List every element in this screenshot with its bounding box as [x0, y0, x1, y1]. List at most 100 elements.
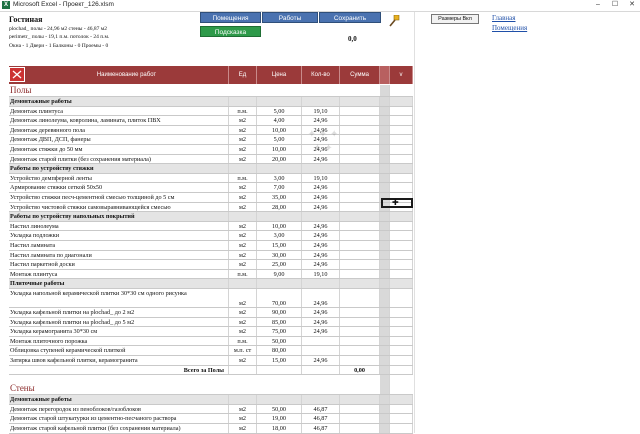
spacer-cell[interactable] — [380, 327, 390, 336]
unit-cell[interactable]: м2 — [229, 327, 257, 336]
qty-cell[interactable]: 24,96 — [302, 250, 340, 260]
spacer-cell[interactable] — [380, 317, 390, 327]
unit-cell[interactable]: п.м. — [229, 106, 257, 116]
v-cell[interactable] — [390, 414, 413, 423]
maximize-button[interactable]: ☐ — [607, 0, 623, 10]
qty-cell[interactable] — [302, 279, 340, 288]
price-cell[interactable]: 5,00 — [257, 106, 302, 116]
work-name-cell[interactable]: Демонтажные работы — [9, 97, 229, 106]
sum-cell[interactable] — [340, 85, 380, 96]
unit-cell[interactable]: м2 — [229, 241, 257, 250]
unit-cell[interactable] — [229, 383, 257, 394]
unit-cell[interactable]: п.м. — [229, 173, 257, 183]
price-cell[interactable]: 35,00 — [257, 193, 302, 202]
work-name-cell[interactable]: Укладка кафельной плитки на plochad_ до … — [9, 317, 229, 327]
work-name-cell[interactable]: Демонтаж стяжки до 50 мм — [9, 145, 229, 154]
v-cell[interactable] — [390, 404, 413, 414]
sum-cell[interactable] — [340, 250, 380, 260]
qty-cell[interactable]: 46,87 — [302, 404, 340, 414]
unit-cell[interactable]: п.м. — [229, 269, 257, 279]
unit-cell[interactable]: м2 — [229, 154, 257, 164]
sum-cell[interactable] — [340, 193, 380, 202]
v-cell[interactable] — [390, 164, 413, 173]
sum-cell[interactable] — [340, 375, 380, 383]
v-cell[interactable] — [390, 173, 413, 183]
spacer-cell[interactable] — [380, 375, 390, 384]
qty-cell[interactable] — [302, 375, 340, 383]
v-cell[interactable] — [390, 383, 413, 394]
v-cell[interactable] — [390, 241, 413, 250]
unit-cell[interactable] — [229, 365, 257, 375]
v-cell[interactable] — [390, 106, 413, 116]
work-name-cell[interactable]: Демонтаж линолеума, ковролина, ламината,… — [9, 116, 229, 125]
sum-cell[interactable] — [340, 289, 380, 307]
unit-cell[interactable] — [229, 212, 257, 221]
unit-cell[interactable]: п.м. — [229, 336, 257, 346]
v-cell[interactable] — [390, 365, 413, 375]
link-main[interactable]: Главная — [492, 14, 516, 22]
spacer-cell[interactable] — [380, 279, 390, 288]
sum-cell[interactable] — [340, 424, 380, 433]
price-cell[interactable]: 30,00 — [257, 250, 302, 260]
unit-cell[interactable]: м2 — [229, 221, 257, 231]
work-name-cell[interactable]: Армирование стяжки сеткой 50х50 — [9, 183, 229, 192]
price-cell[interactable]: 19,00 — [257, 414, 302, 423]
spacer-cell[interactable] — [380, 212, 390, 221]
hint-button[interactable]: Подсказка — [200, 26, 261, 37]
rooms-button[interactable]: Помещения — [200, 12, 261, 23]
qty-cell[interactable]: 19,10 — [302, 173, 340, 183]
spacer-cell[interactable] — [380, 221, 390, 231]
price-cell[interactable]: 50,00 — [257, 336, 302, 346]
unit-cell[interactable]: м2 — [229, 135, 257, 144]
qty-cell[interactable]: 24,96 — [302, 116, 340, 125]
spacer-cell[interactable] — [380, 424, 390, 433]
unit-cell[interactable]: м2 — [229, 183, 257, 192]
qty-cell[interactable] — [302, 395, 340, 404]
sum-cell[interactable] — [340, 202, 380, 212]
work-name-cell[interactable]: Монтаж плинтуса — [9, 269, 229, 279]
sum-cell[interactable] — [340, 173, 380, 183]
spacer-cell[interactable] — [380, 395, 390, 404]
work-name-cell[interactable] — [9, 375, 229, 383]
spacer-cell[interactable] — [380, 241, 390, 250]
close-button[interactable]: ✕ — [624, 0, 640, 10]
work-name-cell[interactable]: Демонтажные работы — [9, 395, 229, 404]
sum-cell[interactable] — [340, 231, 380, 240]
v-cell[interactable] — [390, 135, 413, 144]
spacer-cell[interactable] — [380, 289, 390, 307]
sum-cell[interactable] — [340, 346, 380, 355]
work-name-cell[interactable]: Монтаж плиточного порожка — [9, 336, 229, 346]
unit-cell[interactable]: м2 — [229, 250, 257, 260]
spacer-cell[interactable] — [380, 414, 390, 423]
work-name-cell[interactable]: Стены — [9, 383, 229, 394]
work-name-cell[interactable]: Укладка керамогранита 30*30 см — [9, 327, 229, 336]
qty-cell[interactable]: 24,96 — [302, 260, 340, 269]
spacer-cell[interactable] — [380, 269, 390, 279]
unit-cell[interactable]: м2 — [229, 193, 257, 202]
price-cell[interactable]: 90,00 — [257, 308, 302, 317]
price-cell[interactable]: 28,00 — [257, 202, 302, 212]
minimize-button[interactable]: – — [590, 0, 606, 10]
qty-cell[interactable]: 24,96 — [302, 183, 340, 192]
price-cell[interactable] — [257, 383, 302, 394]
price-cell[interactable]: 4,00 — [257, 116, 302, 125]
v-cell[interactable] — [390, 395, 413, 404]
spacer-cell[interactable] — [380, 135, 390, 144]
qty-cell[interactable]: 24,96 — [302, 356, 340, 365]
v-cell[interactable] — [390, 308, 413, 317]
v-cell[interactable] — [390, 424, 413, 433]
work-name-cell[interactable]: Работы по устройству напольных покрытий — [9, 212, 229, 221]
qty-cell[interactable]: 24,96 — [302, 327, 340, 336]
spacer-cell[interactable] — [380, 231, 390, 240]
spacer-cell[interactable] — [380, 145, 390, 154]
price-cell[interactable]: 9,00 — [257, 269, 302, 279]
spacer-cell[interactable] — [380, 365, 390, 375]
sum-cell[interactable] — [340, 116, 380, 125]
unit-cell[interactable]: м2 — [229, 308, 257, 317]
spacer-cell[interactable] — [380, 116, 390, 125]
sum-cell[interactable] — [340, 106, 380, 116]
v-cell[interactable] — [390, 85, 413, 96]
unit-cell[interactable]: м2 — [229, 202, 257, 212]
spacer-cell[interactable] — [380, 154, 390, 164]
v-cell[interactable] — [390, 269, 413, 279]
